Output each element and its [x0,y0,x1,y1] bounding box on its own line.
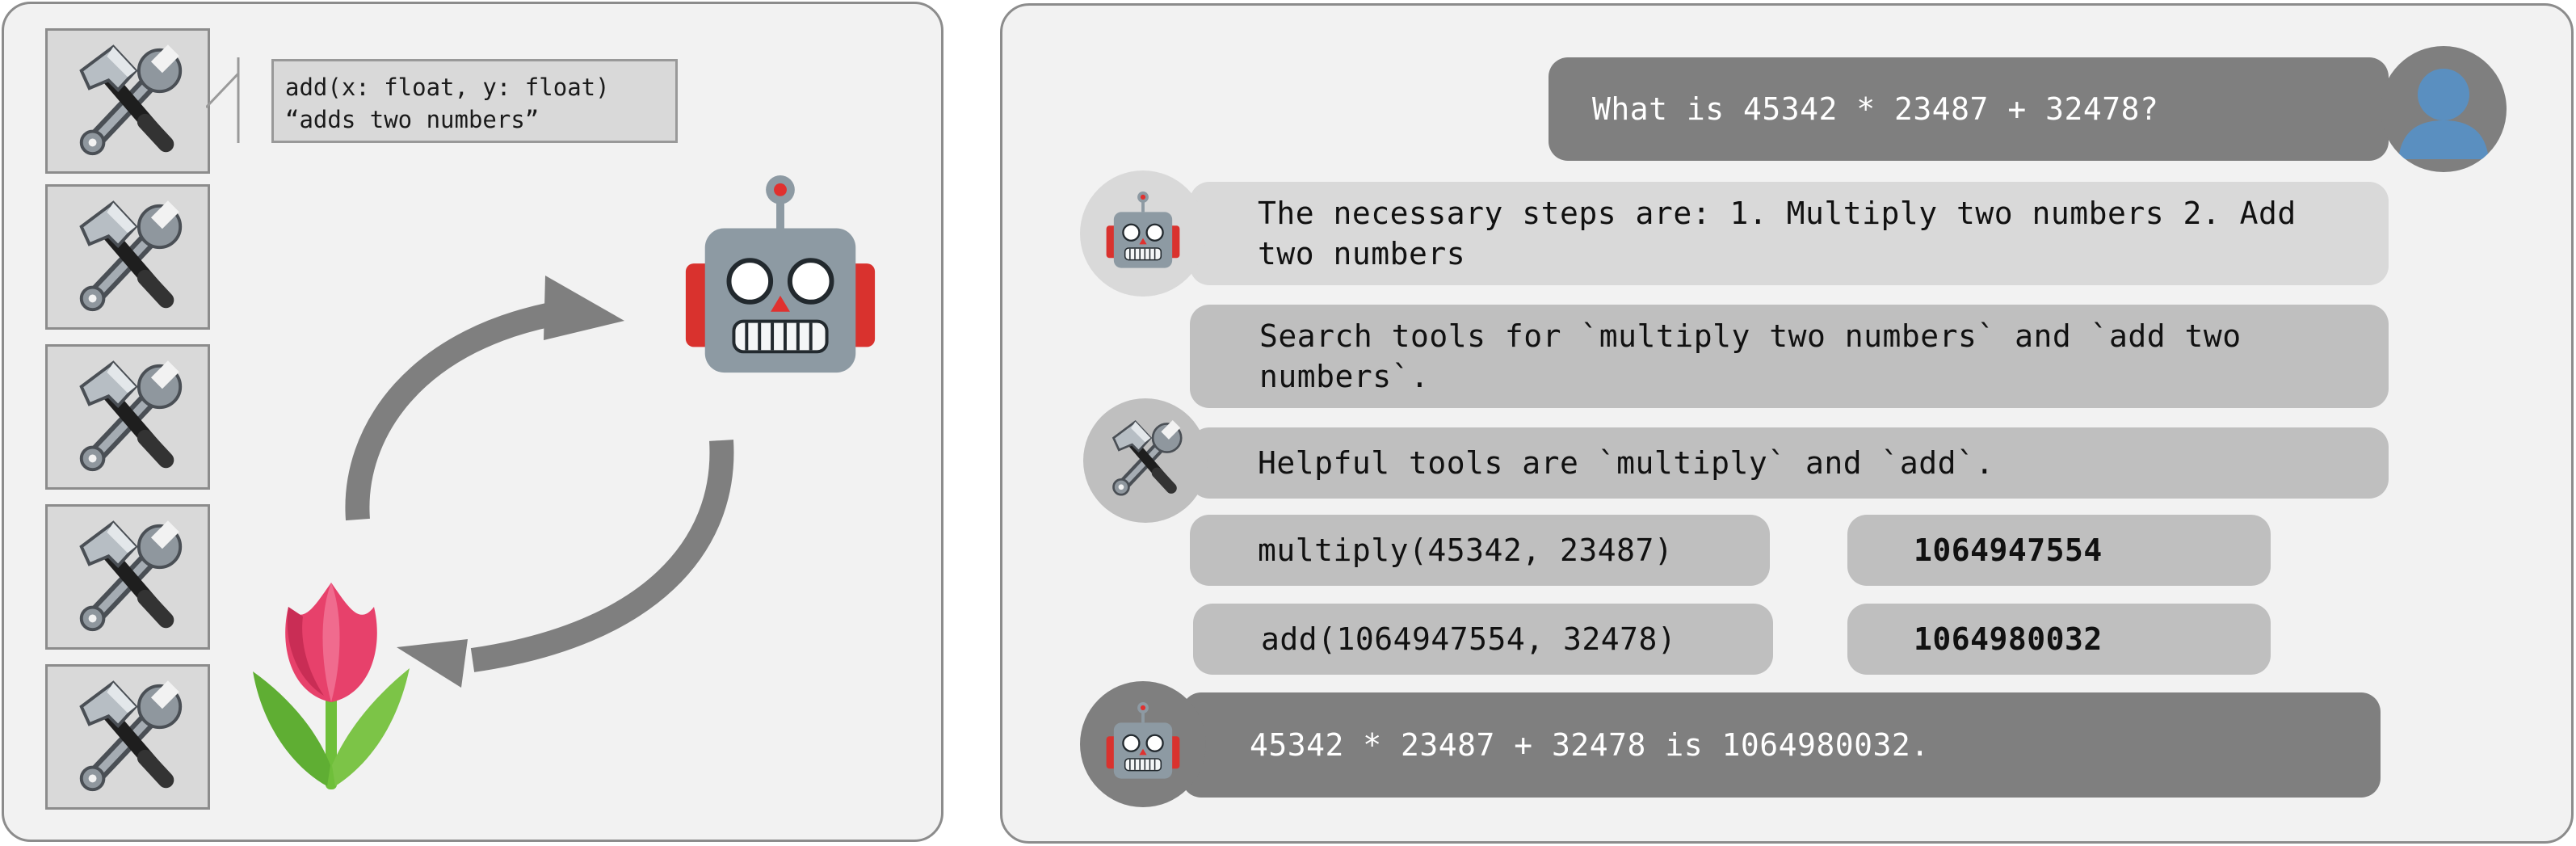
agent-plan-bubble: The necessary steps are: 1. Multiply two… [1190,182,2389,285]
search-request-bubble: Search tools for `multiply two numbers` … [1190,305,2389,408]
tool-call-text: multiply(45342, 23487) [1258,532,1674,568]
tool-signature: add(x: float, y: float) [285,74,610,101]
arrow-to-environment [397,440,734,688]
tool-slot[interactable] [45,184,210,330]
hammer-and-wrench-icon [65,195,193,322]
tool-result-text: Helpful tools are `multiply` and `add`. [1258,445,1994,481]
user-question-text: What is 45342 * 23487 + 32478? [1592,91,2159,127]
tool-slot[interactable] [45,344,210,490]
search-request-text: Search tools for `multiply two numbers` … [1259,318,2242,394]
agent-avatar [1080,681,1206,807]
tool-call-text: add(1064947554, 32478) [1261,621,1677,657]
robot-icon [1103,702,1183,783]
tool-call-bubble: add(1064947554, 32478) [1193,604,1773,675]
hammer-and-wrench-icon [65,515,193,642]
user-question-bubble: What is 45342 * 23487 + 32478? [1549,57,2389,161]
final-answer-bubble: 45342 * 23487 + 32478 is 1064980032. [1182,692,2381,798]
chat-panel: What is 45342 * 23487 + 32478? The neces… [1000,3,2574,844]
tool-avatar [1083,398,1208,523]
tool-slot[interactable] [45,28,210,174]
final-answer-text: 45342 * 23487 + 32478 is 1064980032. [1250,727,1930,763]
tool-slot[interactable] [45,504,210,650]
agent-plan-text: The necessary steps are: 1. Multiply two… [1258,196,2297,271]
tool-tooltip: add(x: float, y: float) “adds two number… [271,59,678,143]
tulip-icon [253,583,410,789]
hammer-and-wrench-icon [65,355,193,482]
robot-icon [1103,192,1183,272]
tool-description: “adds two numbers” [285,106,540,133]
arrow-to-agent [345,276,624,521]
tool-call-result-bubble: 1064980032 [1847,604,2271,675]
tool-call-bubble: multiply(45342, 23487) [1190,515,1770,586]
hammer-and-wrench-icon [65,39,193,166]
user-silhouette-icon [2398,69,2489,159]
user-avatar [2381,46,2507,172]
tool-slot[interactable] [45,664,210,810]
hammer-and-wrench-icon [65,675,193,802]
tool-call-result-text: 1064947554 [1914,532,2103,568]
tool-call-result-bubble: 1064947554 [1847,515,2271,586]
tool-result-bubble: Helpful tools are `multiply` and `add`. [1190,427,2389,499]
tool-environment-panel: add(x: float, y: float) “adds two number… [2,2,943,842]
agent-avatar [1080,170,1206,297]
robot-icon [676,175,885,384]
tool-call-result-text: 1064980032 [1914,621,2103,657]
hammer-and-wrench-icon [1103,416,1190,503]
tooltip-connector [206,57,240,143]
